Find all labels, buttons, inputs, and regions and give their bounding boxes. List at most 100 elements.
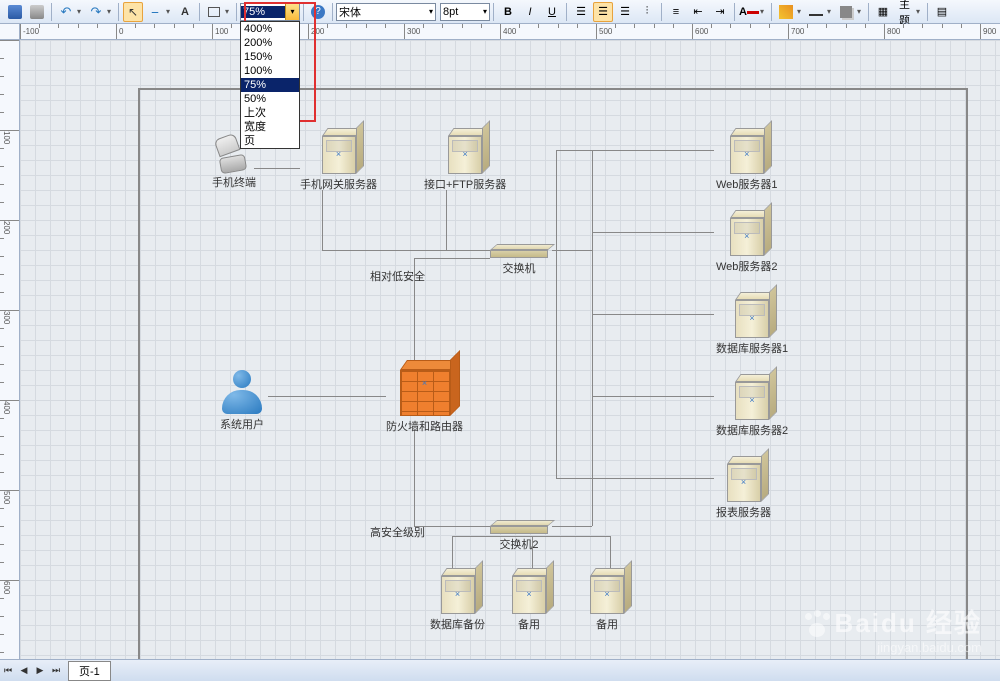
font-size-select[interactable]: 8pt▾ <box>440 3 490 21</box>
connector[interactable] <box>452 536 453 568</box>
connector[interactable] <box>414 258 490 259</box>
drawing-canvas[interactable]: 手机终端 × 手机网关服务器 × 接口+FTP服务器 交换机 × Web服务器1… <box>20 40 1000 659</box>
connector[interactable] <box>322 250 490 251</box>
save-button[interactable] <box>5 2 25 22</box>
zoom-option[interactable]: 400% <box>241 22 299 36</box>
pointer-tool-button[interactable]: ↖ <box>123 2 143 22</box>
horizontal-ruler[interactable]: -1000100200300400500600700800900 <box>20 24 1000 40</box>
shape-system-user[interactable]: 系统用户 <box>220 370 264 432</box>
connector[interactable] <box>552 250 592 251</box>
zoom-option[interactable]: 100% <box>241 64 299 78</box>
shape-firewall-router[interactable]: × 防火墙和路由器 <box>386 360 463 434</box>
italic-button[interactable]: I <box>520 2 540 22</box>
connector[interactable] <box>610 536 611 568</box>
undo-button[interactable]: ↶ <box>56 2 76 22</box>
connector[interactable] <box>556 478 714 479</box>
nav-prev-button[interactable]: ◀ <box>16 663 32 679</box>
zoom-combo[interactable]: ▾ 400%200%150%100%75%50%上次宽度页 <box>240 3 300 21</box>
zoom-dropdown-list: 400%200%150%100%75%50%上次宽度页 <box>240 21 300 149</box>
connector[interactable] <box>556 150 557 478</box>
shape-label: 备用 <box>590 616 624 632</box>
theme-button[interactable]: 主题 <box>895 2 915 22</box>
connector[interactable] <box>322 190 323 250</box>
align-left-button[interactable]: ☰ <box>571 2 591 22</box>
font-color-button[interactable]: A <box>739 2 759 22</box>
line-color-button[interactable] <box>806 2 826 22</box>
vertical-ruler[interactable]: 100200300400500600700 <box>0 40 20 659</box>
layers-button[interactable]: ▦ <box>873 2 893 22</box>
bullets-button[interactable]: ≡ <box>666 2 686 22</box>
zoom-option[interactable]: 75% <box>241 78 299 92</box>
text-tool-button[interactable]: A <box>175 2 195 22</box>
zoom-option[interactable]: 150% <box>241 50 299 64</box>
connector[interactable] <box>592 478 593 526</box>
indent-decrease-button[interactable]: ⇤ <box>688 2 708 22</box>
undo-dropdown[interactable]: ▾ <box>77 7 85 16</box>
connector[interactable] <box>414 430 415 526</box>
shape-label: 手机终端 <box>212 174 256 190</box>
bold-button[interactable]: B <box>498 2 518 22</box>
main-toolbar: ↶▾ ↷▾ ↖ ⎯▾ A ▾ ▾ 400%200%150%100%75%50%上… <box>0 0 1000 24</box>
connector[interactable] <box>414 526 490 527</box>
nav-first-button[interactable]: ⏮ <box>0 663 16 679</box>
shape-label: 交换机2 <box>490 536 548 552</box>
redo-button[interactable]: ↷ <box>86 2 106 22</box>
shape-label: 数据库服务器2 <box>716 422 788 438</box>
page-tab-1[interactable]: 页-1 <box>68 661 111 681</box>
connector[interactable] <box>592 314 714 315</box>
connector[interactable] <box>592 232 714 233</box>
connector-tool-button[interactable]: ⎯ <box>145 2 165 22</box>
shape-switch-2[interactable]: 交换机2 <box>490 520 548 552</box>
zoom-option[interactable]: 200% <box>241 36 299 50</box>
underline-button[interactable]: U <box>542 2 562 22</box>
zoom-dropdown-arrow[interactable]: ▾ <box>285 4 299 20</box>
shape-switch-1[interactable]: 交换机 <box>490 244 548 276</box>
shadow-button[interactable] <box>836 2 856 22</box>
font-family-select[interactable]: 宋体▾ <box>336 3 436 21</box>
connector[interactable] <box>556 150 714 151</box>
shape-gateway-server[interactable]: × 手机网关服务器 <box>300 128 377 192</box>
shape-web-server-2[interactable]: × Web服务器2 <box>716 210 778 274</box>
help-button[interactable]: ? <box>308 2 328 22</box>
connector[interactable] <box>592 396 714 397</box>
align-distribute-button[interactable]: ⫶ <box>637 2 657 22</box>
shape-report-server[interactable]: × 报表服务器 <box>716 456 771 520</box>
shape-db-server-2[interactable]: × 数据库服务器2 <box>716 374 788 438</box>
connector[interactable] <box>552 526 592 527</box>
shape-spare-2[interactable]: × 备用 <box>590 568 624 632</box>
shape-label: Web服务器2 <box>716 258 778 274</box>
shape-label: 交换机 <box>490 260 548 276</box>
rectangle-tool-button[interactable] <box>204 2 224 22</box>
print-button[interactable] <box>27 2 47 22</box>
zoom-option[interactable]: 宽度 <box>241 120 299 134</box>
align-center-button[interactable]: ☰ <box>593 2 613 22</box>
nav-last-button[interactable]: ⏭ <box>48 663 64 679</box>
nav-next-button[interactable]: ▶ <box>32 663 48 679</box>
shape-label: 系统用户 <box>220 416 264 432</box>
zoom-option[interactable]: 上次 <box>241 106 299 120</box>
connector[interactable] <box>254 168 300 169</box>
shape-label: Web服务器1 <box>716 176 778 192</box>
annotation-high-security[interactable]: 高安全级别 <box>370 524 425 540</box>
fill-color-button[interactable] <box>776 2 796 22</box>
zoom-option[interactable]: 50% <box>241 92 299 106</box>
shape-label: 备用 <box>512 616 546 632</box>
shape-label: 报表服务器 <box>716 504 771 520</box>
shape-web-server-1[interactable]: × Web服务器1 <box>716 128 778 192</box>
annotation-low-security[interactable]: 相对低安全 <box>370 268 425 284</box>
connector[interactable] <box>268 396 386 397</box>
zoom-option[interactable]: 页 <box>241 134 299 148</box>
zoom-input[interactable] <box>241 6 285 18</box>
redo-dropdown[interactable]: ▾ <box>107 7 115 16</box>
shape-ftp-server[interactable]: × 接口+FTP服务器 <box>424 128 506 192</box>
page-boundary: 手机终端 × 手机网关服务器 × 接口+FTP服务器 交换机 × Web服务器1… <box>138 88 968 659</box>
align-right-button[interactable]: ☰ <box>615 2 635 22</box>
connector[interactable] <box>446 190 447 250</box>
shape-phone-terminal[interactable]: 手机终端 <box>212 144 256 190</box>
shape-db-backup[interactable]: × 数据库备份 <box>430 568 485 632</box>
insert-button[interactable]: ▤ <box>932 2 952 22</box>
shape-spare-1[interactable]: × 备用 <box>512 568 546 632</box>
shape-db-server-1[interactable]: × 数据库服务器1 <box>716 292 788 356</box>
indent-increase-button[interactable]: ⇥ <box>710 2 730 22</box>
shape-label: 接口+FTP服务器 <box>424 176 506 192</box>
